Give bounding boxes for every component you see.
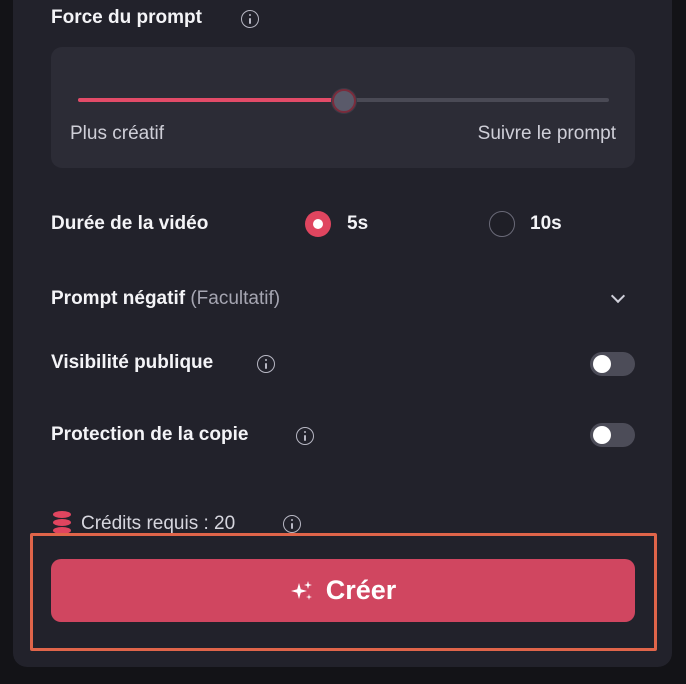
- create-button-label: Créer: [325, 575, 397, 605]
- copy-protection-label: Protection de la copie: [51, 424, 249, 445]
- toggle-knob: [593, 355, 611, 373]
- chevron-down-icon[interactable]: [610, 288, 626, 304]
- credits-required-text: Crédits requis : 20: [81, 513, 236, 534]
- info-icon[interactable]: [257, 355, 275, 373]
- info-icon[interactable]: [296, 427, 314, 445]
- public-visibility-toggle[interactable]: [590, 352, 635, 376]
- slider-max-label: Suivre le prompt: [477, 123, 616, 144]
- video-duration-label: Durée de la vidéo: [51, 213, 209, 234]
- negative-prompt-optional: (Facultatif): [190, 288, 281, 309]
- duration-option-label: 10s: [530, 213, 562, 234]
- radio-button[interactable]: [305, 211, 331, 237]
- prompt-strength-slider-thumb[interactable]: [331, 89, 356, 113]
- copy-protection-toggle[interactable]: [590, 423, 635, 447]
- toggle-knob: [593, 426, 611, 444]
- negative-prompt-label: Prompt négatif (Facultatif): [51, 288, 280, 310]
- sparkle-icon: [290, 580, 312, 600]
- slider-min-label: Plus créatif: [70, 123, 164, 144]
- prompt-strength-label: Force du prompt: [51, 7, 202, 28]
- duration-option-5s[interactable]: 5s: [305, 211, 385, 239]
- radio-button[interactable]: [489, 211, 515, 237]
- prompt-strength-slider-box: Plus créatif Suivre le prompt: [51, 47, 635, 168]
- info-icon[interactable]: [283, 515, 301, 533]
- prompt-strength-slider-fill: [78, 98, 344, 102]
- negative-prompt-title: Prompt négatif: [51, 288, 186, 309]
- info-icon[interactable]: [241, 10, 259, 28]
- coins-icon: [53, 511, 71, 535]
- duration-option-10s[interactable]: 10s: [489, 211, 579, 239]
- duration-option-label: 5s: [347, 213, 369, 234]
- public-visibility-label: Visibilité publique: [51, 352, 214, 373]
- create-button[interactable]: Créer: [51, 559, 635, 622]
- negative-prompt-row[interactable]: Prompt négatif (Facultatif): [51, 286, 635, 314]
